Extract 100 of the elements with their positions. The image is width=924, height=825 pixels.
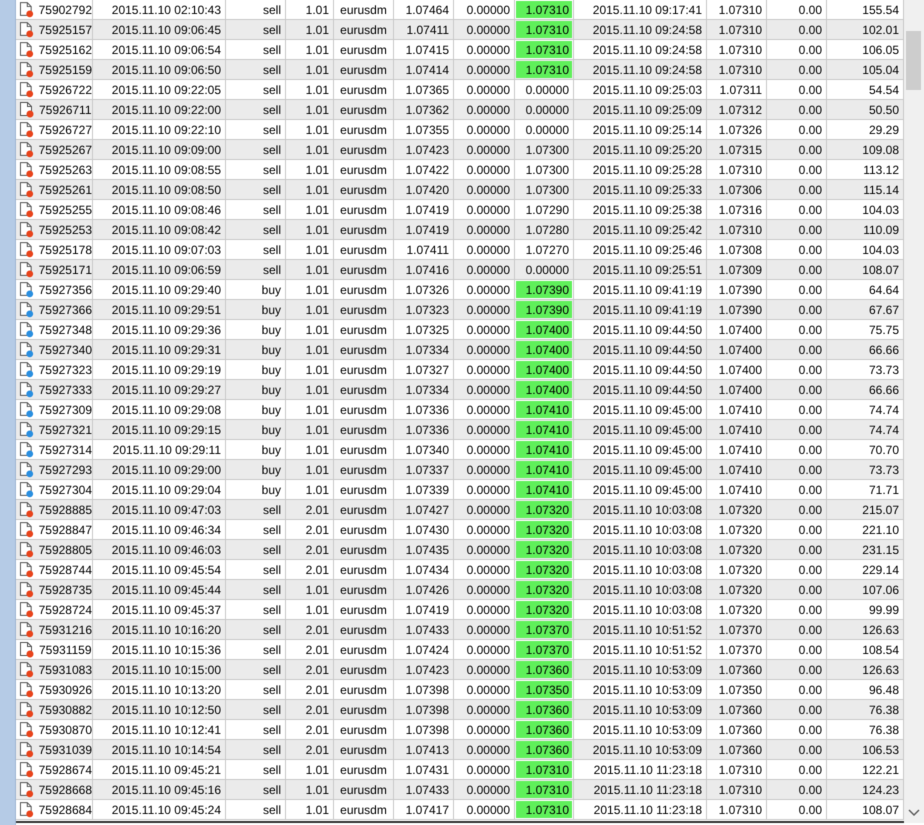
table-cell: 2015.11.10 09:47:03 — [93, 500, 226, 519]
table-cell: sell — [226, 500, 286, 519]
scrollbar-thumb[interactable] — [906, 31, 921, 90]
table-cell: 1.07334 — [394, 380, 454, 399]
table-cell: 0.00 — [767, 620, 827, 639]
ticket-number: 75925157 — [38, 22, 92, 36]
table-cell: sell — [226, 540, 286, 559]
table-cell: 2.01 — [286, 740, 334, 759]
table-cell: 1.07310 — [707, 780, 767, 799]
table-cell: 2015.11.10 09:41:19 — [574, 300, 707, 319]
table-cell: 1.07410 — [707, 400, 767, 419]
table-cell: 2015.11.10 10:15:36 — [93, 640, 226, 659]
table-cell: eurusdm — [334, 760, 394, 779]
table-cell: sell — [226, 620, 286, 639]
ticket-number: 75902792 — [38, 2, 92, 16]
table-cell: 1.07360 — [707, 660, 767, 679]
table-cell: eurusdm — [334, 160, 394, 179]
table-cell: 2015.11.10 09:08:55 — [93, 160, 226, 179]
table-cell: 1.07370 — [516, 641, 572, 658]
table-cell: sell — [226, 80, 286, 99]
table-cell: 0.00 — [767, 660, 827, 679]
table-cell: 1.07398 — [394, 720, 454, 739]
table-cell: 0.00 — [767, 200, 827, 219]
table-cell: eurusdm — [334, 320, 394, 339]
table-cell: sell — [226, 520, 286, 539]
scrollbar[interactable] — [904, 0, 924, 823]
table-cell: eurusdm — [334, 100, 394, 119]
ticket-number: 75928674 — [38, 762, 92, 776]
ticket-number: 75925255 — [38, 202, 92, 216]
ticket-number: 75925178 — [38, 242, 92, 256]
table-cell: 2015.11.10 10:53:09 — [574, 660, 707, 679]
table-cell: eurusdm — [334, 220, 394, 239]
scroll-down-icon[interactable] — [908, 809, 920, 817]
table-cell: 2015.11.10 09:08:46 — [93, 200, 226, 219]
table-cell: 1.01 — [286, 60, 334, 79]
table-cell: 2015.11.10 10:16:20 — [93, 620, 226, 639]
ticket-number: 75930882 — [38, 702, 92, 716]
table-cell: 1.07320 — [707, 540, 767, 559]
table-cell: 2015.11.10 02:10:43 — [93, 0, 226, 19]
table-cell: 0.00000 — [454, 180, 515, 199]
table-cell: sell — [226, 260, 286, 279]
ticket-number: 75927309 — [38, 402, 92, 416]
table-cell-text: 1.07300 — [524, 142, 570, 158]
ticket-number: 75927340 — [38, 342, 92, 356]
table-cell: 1.01 — [286, 320, 334, 339]
table-cell: sell — [226, 160, 286, 179]
table-cell: 2015.11.10 09:45:00 — [574, 440, 707, 459]
table-cell: buy — [226, 420, 286, 439]
table-cell: 1.01 — [286, 40, 334, 59]
table-cell: eurusdm — [334, 460, 394, 479]
table-cell: 1.07423 — [394, 140, 454, 159]
table-cell: sell — [226, 740, 286, 759]
table-cell: 2.01 — [286, 640, 334, 659]
table-cell: sell — [226, 180, 286, 199]
table-cell: 2015.11.10 09:29:51 — [93, 300, 226, 319]
table-cell: 2015.11.10 09:29:36 — [93, 320, 226, 339]
table-cell: eurusdm — [334, 500, 394, 519]
table-cell: eurusdm — [334, 140, 394, 159]
table-cell: 2015.11.10 09:25:38 — [574, 200, 707, 219]
table-cell: 1.07320 — [707, 500, 767, 519]
table-cell: 0.00 — [767, 80, 827, 99]
table-cell: sell — [226, 240, 286, 259]
table-cell: eurusdm — [334, 560, 394, 579]
ticket-number: 75928735 — [38, 582, 92, 596]
table-cell: eurusdm — [334, 420, 394, 439]
table-cell: 1.07415 — [394, 40, 454, 59]
table-cell: 1.01 — [286, 160, 334, 179]
table-cell: eurusdm — [334, 720, 394, 739]
table-cell: 0.00 — [767, 760, 827, 779]
table-cell: 1.07410 — [516, 461, 572, 478]
table-cell: 1.01 — [286, 100, 334, 119]
table-cell: buy — [226, 320, 286, 339]
table-cell: 0.00 — [767, 600, 827, 619]
table-cell: 1.07320 — [516, 541, 572, 558]
table-cell: 2015.11.10 09:45:00 — [574, 460, 707, 479]
table-cell: 2015.11.10 09:06:54 — [93, 40, 226, 59]
table-cell: 1.07310 — [516, 21, 572, 38]
ticket-number: 75927356 — [38, 282, 92, 296]
table-cell: 1.07434 — [394, 560, 454, 579]
table-cell: buy — [226, 300, 286, 319]
table-cell: 2015.11.10 10:53:09 — [574, 720, 707, 739]
table-cell: sell — [226, 220, 286, 239]
table-cell: sell — [226, 560, 286, 579]
table-cell: 0.00 — [767, 700, 827, 719]
table-cell: 0.00 — [767, 480, 827, 499]
ticket-number: 75926722 — [38, 82, 92, 96]
table-cell: 1.07336 — [394, 420, 454, 439]
table-cell: sell — [226, 640, 286, 659]
table-cell: eurusdm — [334, 120, 394, 139]
table-cell: sell — [226, 720, 286, 739]
ticket-number: 75927348 — [38, 322, 92, 336]
table-cell: 2015.11.10 10:53:09 — [574, 700, 707, 719]
ticket-number: 75931083 — [38, 662, 92, 676]
ticket-number: 75927366 — [38, 302, 92, 316]
table-cell: eurusdm — [334, 680, 394, 699]
table-cell-text: 1.07300 — [524, 182, 570, 198]
table-cell: 1.07400 — [707, 320, 767, 339]
table-cell: 0.00000 — [454, 260, 515, 279]
table-cell: 2015.11.10 09:25:46 — [574, 240, 707, 259]
table-cell: 0.00000 — [454, 100, 515, 119]
